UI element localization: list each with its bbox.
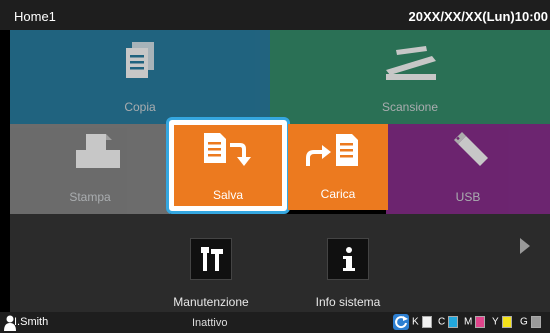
copy-icon bbox=[126, 42, 154, 78]
ink-g: G bbox=[520, 316, 541, 328]
ink-k-swatch bbox=[421, 316, 432, 328]
scan-label: Scansione bbox=[381, 100, 439, 114]
ink-m: M bbox=[464, 316, 486, 328]
scanner-icon bbox=[386, 46, 436, 80]
ink-k: K bbox=[412, 316, 432, 328]
tools-icon bbox=[201, 247, 223, 271]
scan-tile[interactable]: Scansione bbox=[270, 30, 550, 124]
machine-status: Inattivo bbox=[192, 317, 228, 329]
ink-g-swatch bbox=[530, 316, 541, 328]
date-time: 20XX/XX/XX(Lun)10:00 bbox=[408, 9, 548, 24]
usb-tile[interactable]: USB bbox=[386, 124, 550, 214]
top-bar: Home1 20XX/XX/XX(Lun)10:00 bbox=[0, 0, 550, 30]
user-name[interactable]: I.Smith bbox=[14, 316, 48, 328]
ink-m-swatch bbox=[475, 316, 486, 328]
copy-tile[interactable]: Copia bbox=[10, 30, 270, 124]
load-label: Carica bbox=[320, 187, 356, 201]
refresh-icon[interactable] bbox=[393, 314, 409, 330]
status-bar: I.Smith Inattivo K C M Y G bbox=[0, 312, 550, 333]
system-info-label: Info sistema bbox=[315, 295, 381, 309]
print-label: Stampa bbox=[69, 190, 111, 204]
save-document-icon bbox=[204, 133, 251, 166]
bottom-panel: Manutenzione Info sistema bbox=[10, 214, 550, 312]
maintenance-button[interactable] bbox=[190, 238, 232, 280]
ink-c-swatch bbox=[448, 316, 459, 328]
save-tile[interactable]: Salva bbox=[173, 124, 283, 207]
load-document-icon bbox=[306, 134, 358, 166]
ink-y-swatch bbox=[501, 316, 512, 328]
maintenance-label: Manutenzione bbox=[173, 295, 249, 309]
system-info-button[interactable] bbox=[327, 238, 369, 280]
usb-icon bbox=[454, 132, 488, 166]
save-tile-selection: Salva bbox=[166, 117, 290, 214]
print-tile[interactable]: Stampa bbox=[10, 124, 170, 214]
printer-icon bbox=[76, 134, 120, 168]
info-icon bbox=[343, 247, 355, 271]
save-label: Salva bbox=[212, 188, 244, 202]
ink-y: Y bbox=[492, 316, 512, 328]
copy-label: Copia bbox=[124, 100, 156, 114]
ink-c: C bbox=[438, 316, 459, 328]
chevron-right-icon[interactable] bbox=[520, 238, 530, 254]
load-tile[interactable]: Carica bbox=[288, 124, 388, 210]
usb-label: USB bbox=[455, 190, 481, 204]
screen-title: Home1 bbox=[14, 9, 56, 24]
